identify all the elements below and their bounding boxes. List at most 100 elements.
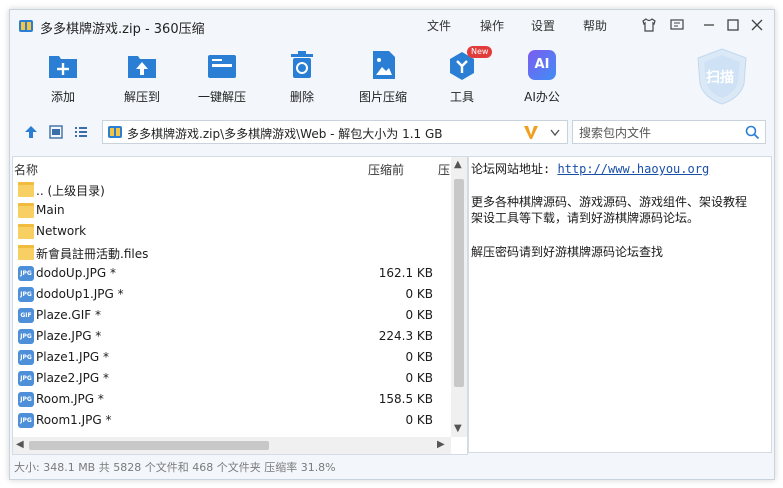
col-size-before[interactable]: 压缩前 (368, 161, 404, 178)
one-click-extract-label: 一键解压 (197, 90, 246, 104)
image-compress-icon (373, 51, 395, 79)
skin-icon[interactable] (640, 17, 658, 35)
address-path: 多多棋牌游戏.zip\多多棋牌游戏\Web - 解包大小为 1.1 GB (127, 127, 443, 141)
image-compress-button[interactable]: 图片压缩 (348, 46, 418, 112)
comment-line-2: 更多各种棋牌源码、游戏源码、游戏组件、架设教程 (471, 195, 748, 209)
minimize-icon[interactable] (700, 17, 718, 35)
search-icon[interactable] (745, 125, 760, 140)
delete-label: 删除 (289, 90, 314, 104)
thumbnail-view-icon[interactable] (48, 124, 64, 140)
column-header: 名称 压缩前 压 (13, 157, 451, 177)
file-row[interactable]: Main (13, 200, 451, 221)
list-view-icon[interactable] (73, 124, 89, 140)
vertical-scroll-thumb[interactable] (454, 179, 464, 387)
image-file-icon: JPG (18, 266, 34, 281)
menu-settings[interactable]: 设置 (531, 17, 555, 34)
col-name[interactable]: 名称 (14, 161, 38, 178)
file-name: Plaze.GIF * (36, 308, 101, 322)
file-name: .. (上级目录) (36, 184, 105, 198)
menu-help[interactable]: 帮助 (583, 17, 607, 34)
scroll-up-icon[interactable]: ▲ (454, 159, 462, 170)
file-name: dodoUp1.JPG * (36, 287, 124, 301)
add-label: 添加 (50, 90, 75, 104)
image-file-icon: JPG (18, 371, 34, 386)
title-bar: 多多棋牌游戏.zip - 360压缩 文件 操作 设置 帮助 (10, 10, 774, 42)
file-row[interactable]: JPG dodoUp.JPG * 162.1 KB (13, 263, 451, 284)
image-file-icon: JPG (18, 287, 34, 302)
file-size: 0 KB (405, 308, 433, 322)
zip-app-icon (19, 20, 33, 32)
file-row[interactable]: JPG Plaze.JPG * 224.3 KB (13, 326, 451, 347)
maximize-icon[interactable] (724, 17, 742, 35)
zip-file-icon (108, 126, 122, 138)
status-bar: 大小: 348.1 MB 共 5828 个文件和 468 个文件夹 压缩率 31… (14, 461, 336, 474)
trash-icon (291, 51, 313, 78)
delete-button[interactable]: 删除 (267, 46, 337, 112)
file-name: Plaze1.JPG * (36, 350, 109, 364)
app-window: 多多棋牌游戏.zip - 360压缩 文件 操作 设置 帮助 添加 解压到 一键… (9, 9, 775, 480)
tools-button[interactable]: New 工具 (427, 46, 497, 112)
window-title: 多多棋牌游戏.zip - 360压缩 (40, 22, 205, 37)
file-row[interactable]: 新會員註冊活動.files (13, 242, 451, 263)
file-size: 162.1 KB (378, 266, 433, 280)
folder-icon (18, 182, 34, 197)
forum-link[interactable]: http://www.haoyou.org (557, 162, 709, 176)
scan-button[interactable]: 扫描 (692, 46, 752, 106)
file-list: .. (上级目录) Main Network 新會員註冊活動.files JPG dodo… (13, 179, 451, 431)
comment-line-3: 架设工具等下载，请到好游棋牌源码论坛。 (471, 211, 700, 225)
feedback-icon[interactable] (668, 17, 686, 35)
file-size: 158.5 KB (378, 392, 433, 406)
one-click-extract-button[interactable]: 一键解压 (187, 46, 257, 112)
file-row[interactable]: JPG Plaze2.JPG * 0 KB (13, 368, 451, 389)
new-badge: New (467, 46, 493, 58)
horizontal-scroll-thumb[interactable] (29, 441, 269, 450)
scroll-left-icon[interactable]: ◀ (16, 439, 24, 450)
address-row: 多多棋牌游戏.zip\多多棋牌游戏\Web - 解包大小为 1.1 GB (10, 118, 774, 146)
file-row[interactable]: GIF Plaze.GIF * 0 KB (13, 305, 451, 326)
scan-label: 扫描 (706, 70, 734, 86)
file-row[interactable]: JPG Plaze1.JPG * 0 KB (13, 347, 451, 368)
menu-operation[interactable]: 操作 (480, 17, 504, 34)
up-arrow-icon[interactable] (23, 124, 39, 140)
file-name: Network (36, 224, 87, 238)
horizontal-scrollbar[interactable]: ◀ ▶ (13, 437, 451, 454)
address-bar[interactable]: 多多棋牌游戏.zip\多多棋牌游戏\Web - 解包大小为 1.1 GB (102, 120, 568, 144)
search-input[interactable] (577, 124, 741, 142)
v-logo-icon[interactable] (523, 125, 539, 140)
chevron-down-icon[interactable] (549, 128, 561, 138)
menu-file[interactable]: 文件 (427, 17, 451, 34)
image-file-icon: JPG (18, 413, 34, 428)
image-file-icon: JPG (18, 329, 34, 344)
toolbar: 添加 解压到 一键解压 删除 图片压缩 New 工具 AI AI办公 (10, 42, 774, 114)
file-row[interactable]: JPG dodoUp1.JPG * 0 KB (13, 284, 451, 305)
extract-to-button[interactable]: 解压到 (107, 46, 177, 112)
ai-icon-text: AI (534, 57, 550, 72)
col-size-after[interactable]: 压 (438, 161, 450, 178)
close-icon[interactable] (748, 17, 766, 35)
search-box[interactable] (572, 120, 766, 144)
extract-to-icon (128, 56, 156, 78)
file-row[interactable]: JPG Room1.JPG * 0 KB (13, 410, 451, 431)
file-row[interactable]: Network (13, 221, 451, 242)
folder-icon (18, 224, 34, 239)
scroll-right-icon[interactable]: ▶ (437, 439, 445, 450)
image-file-icon: GIF (18, 308, 34, 323)
file-row[interactable]: JPG Room.JPG * 158.5 KB (13, 389, 451, 410)
add-button[interactable]: 添加 (28, 46, 98, 112)
vertical-scrollbar[interactable]: ▲ ▼ (451, 157, 467, 437)
file-row[interactable]: .. (上级目录) (13, 179, 451, 200)
comment-line-1: 论坛网站地址: http://www.haoyou.org (471, 160, 709, 177)
file-size: 0 KB (405, 350, 433, 364)
file-size: 0 KB (405, 371, 433, 385)
file-name: Room.JPG * (36, 392, 104, 406)
add-icon (49, 56, 77, 78)
file-name: Room1.JPG * (36, 413, 112, 427)
file-size: 0 KB (405, 287, 433, 301)
ai-office-label: AI办公 (524, 90, 560, 104)
image-file-icon: JPG (18, 350, 34, 365)
file-name: Main (36, 203, 65, 217)
scroll-down-icon[interactable]: ▼ (454, 423, 462, 434)
file-name: Plaze.JPG * (36, 329, 102, 343)
ai-office-button[interactable]: AI AI办公 (507, 46, 577, 112)
folder-icon (18, 245, 34, 260)
